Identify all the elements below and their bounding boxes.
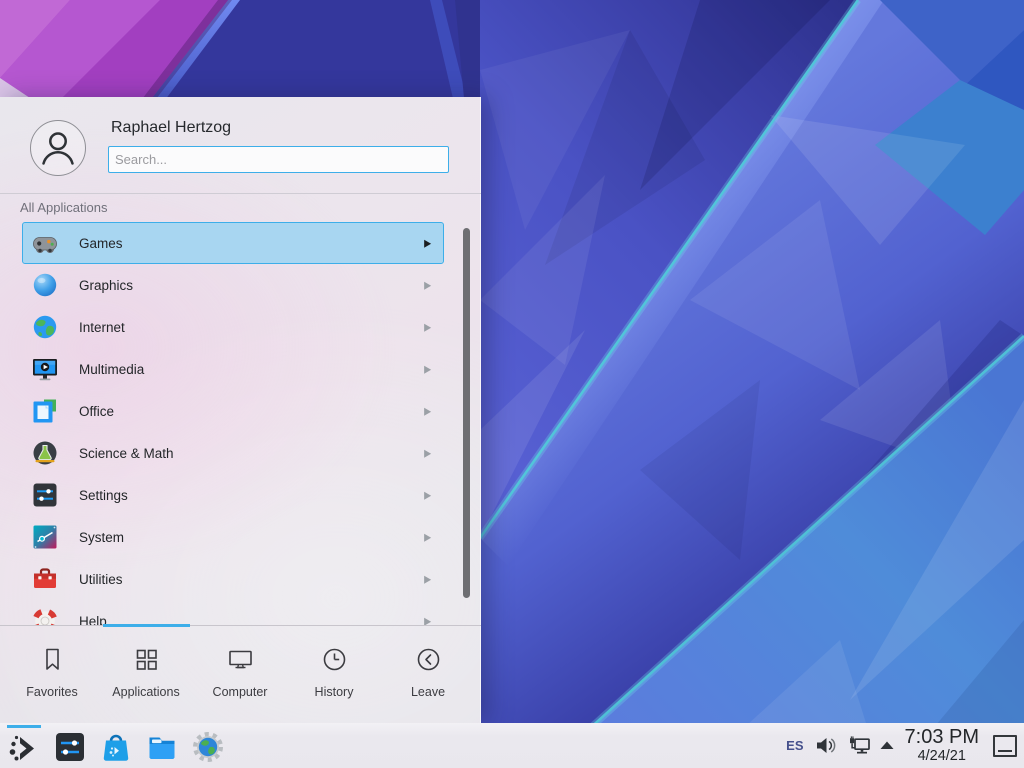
history-icon <box>321 646 348 678</box>
submenu-arrow-icon: ▶ <box>424 489 431 502</box>
section-label: All Applications <box>20 200 107 215</box>
digital-clock[interactable]: 7:03 PM 4/24/21 <box>905 727 979 764</box>
clock-time: 7:03 PM <box>905 727 979 747</box>
tab-leave[interactable]: Leave <box>382 646 474 699</box>
submenu-arrow-icon: ▶ <box>424 447 431 460</box>
leave-icon <box>415 646 442 678</box>
taskbar-app-icons <box>0 723 224 768</box>
show-desktop-button[interactable] <box>993 735 1017 757</box>
games-icon <box>32 230 58 256</box>
tab-applications[interactable]: Applications <box>100 646 192 699</box>
system-icon <box>32 524 58 550</box>
desktop: Raphael Hertzog All Applications Games▶G… <box>0 0 1024 768</box>
discover-icon <box>100 731 132 763</box>
taskbar: ES <box>0 723 1024 768</box>
menu-item-label: Office <box>79 404 424 419</box>
taskbar-system-settings-button[interactable] <box>54 731 86 763</box>
menu-item-label: Science & Math <box>79 446 424 461</box>
menu-item-help[interactable]: Help▶ <box>22 600 444 625</box>
tab-computer[interactable]: Computer <box>194 646 286 699</box>
header-divider <box>0 193 481 194</box>
volume-icon[interactable] <box>816 736 837 755</box>
submenu-arrow-icon: ▶ <box>424 363 431 376</box>
menu-item-system[interactable]: System▶ <box>22 516 444 558</box>
menu-item-office[interactable]: Office▶ <box>22 390 444 432</box>
category-list: Games▶Graphics▶Internet▶Multimedia▶Offic… <box>22 222 444 625</box>
submenu-arrow-icon: ▶ <box>424 573 431 586</box>
globe-gear-icon <box>192 731 224 763</box>
multimedia-icon <box>32 356 58 382</box>
menu-item-internet[interactable]: Internet▶ <box>22 306 444 348</box>
tray-expander-arrow-icon[interactable] <box>880 741 894 750</box>
user-icon <box>31 121 85 175</box>
taskbar-file-manager-button[interactable] <box>146 731 178 763</box>
menu-item-label: Graphics <box>79 278 424 293</box>
submenu-arrow-icon: ▶ <box>424 237 431 250</box>
submenu-arrow-icon: ▶ <box>424 615 431 625</box>
menu-item-graphics[interactable]: Graphics▶ <box>22 264 444 306</box>
menu-item-label: Internet <box>79 320 424 335</box>
office-icon <box>32 398 58 424</box>
menu-item-science-math[interactable]: Science & Math▶ <box>22 432 444 474</box>
utilities-icon <box>32 566 58 592</box>
menu-item-games[interactable]: Games▶ <box>22 222 444 264</box>
favorites-icon <box>39 646 66 678</box>
system-tray: ES <box>786 727 1024 764</box>
menu-item-label: Games <box>79 236 424 251</box>
science-icon <box>32 440 58 466</box>
taskbar-web-browser-button[interactable] <box>192 731 224 763</box>
active-app-indicator <box>7 725 41 728</box>
menu-item-utilities[interactable]: Utilities▶ <box>22 558 444 600</box>
submenu-arrow-icon: ▶ <box>424 279 431 292</box>
dolphin-folder-icon <box>146 731 178 763</box>
application-launcher-menu: Raphael Hertzog All Applications Games▶G… <box>0 97 481 723</box>
internet-icon <box>32 314 58 340</box>
menu-item-label: Multimedia <box>79 362 424 377</box>
active-tab-indicator <box>103 624 190 627</box>
graphics-icon <box>32 272 58 298</box>
search-input[interactable] <box>108 146 449 173</box>
tab-label: Applications <box>112 685 179 699</box>
tab-history[interactable]: History <box>288 646 380 699</box>
settings-icon <box>32 482 58 508</box>
menu-item-settings[interactable]: Settings▶ <box>22 474 444 516</box>
submenu-arrow-icon: ▶ <box>424 321 431 334</box>
system-settings-icon <box>54 731 86 763</box>
kde-launcher-icon <box>8 731 40 763</box>
show-desktop-glyph <box>998 750 1012 752</box>
tab-label: History <box>315 685 354 699</box>
submenu-arrow-icon: ▶ <box>424 531 431 544</box>
applications-icon <box>133 646 160 678</box>
computer-icon <box>227 646 254 678</box>
wired-network-icon[interactable] <box>848 736 871 756</box>
tab-label: Leave <box>411 685 445 699</box>
launcher-tab-bar: Favorites Applications Computer History Leav… <box>0 625 481 723</box>
tab-label: Favorites <box>26 685 77 699</box>
menu-item-label: Utilities <box>79 572 424 587</box>
menu-item-label: System <box>79 530 424 545</box>
user-avatar[interactable] <box>30 120 86 176</box>
submenu-arrow-icon: ▶ <box>424 405 431 418</box>
taskbar-app-launcher-button[interactable] <box>8 731 40 763</box>
tab-label: Computer <box>213 685 268 699</box>
list-scrollbar[interactable] <box>463 228 470 598</box>
user-name: Raphael Hertzog <box>111 119 231 137</box>
menu-item-label: Settings <box>79 488 424 503</box>
clock-date: 4/24/21 <box>905 749 979 764</box>
menu-item-multimedia[interactable]: Multimedia▶ <box>22 348 444 390</box>
taskbar-discover-button[interactable] <box>100 731 132 763</box>
help-icon <box>32 608 58 625</box>
keyboard-layout-indicator[interactable]: ES <box>786 738 803 753</box>
tab-favorites[interactable]: Favorites <box>6 646 98 699</box>
